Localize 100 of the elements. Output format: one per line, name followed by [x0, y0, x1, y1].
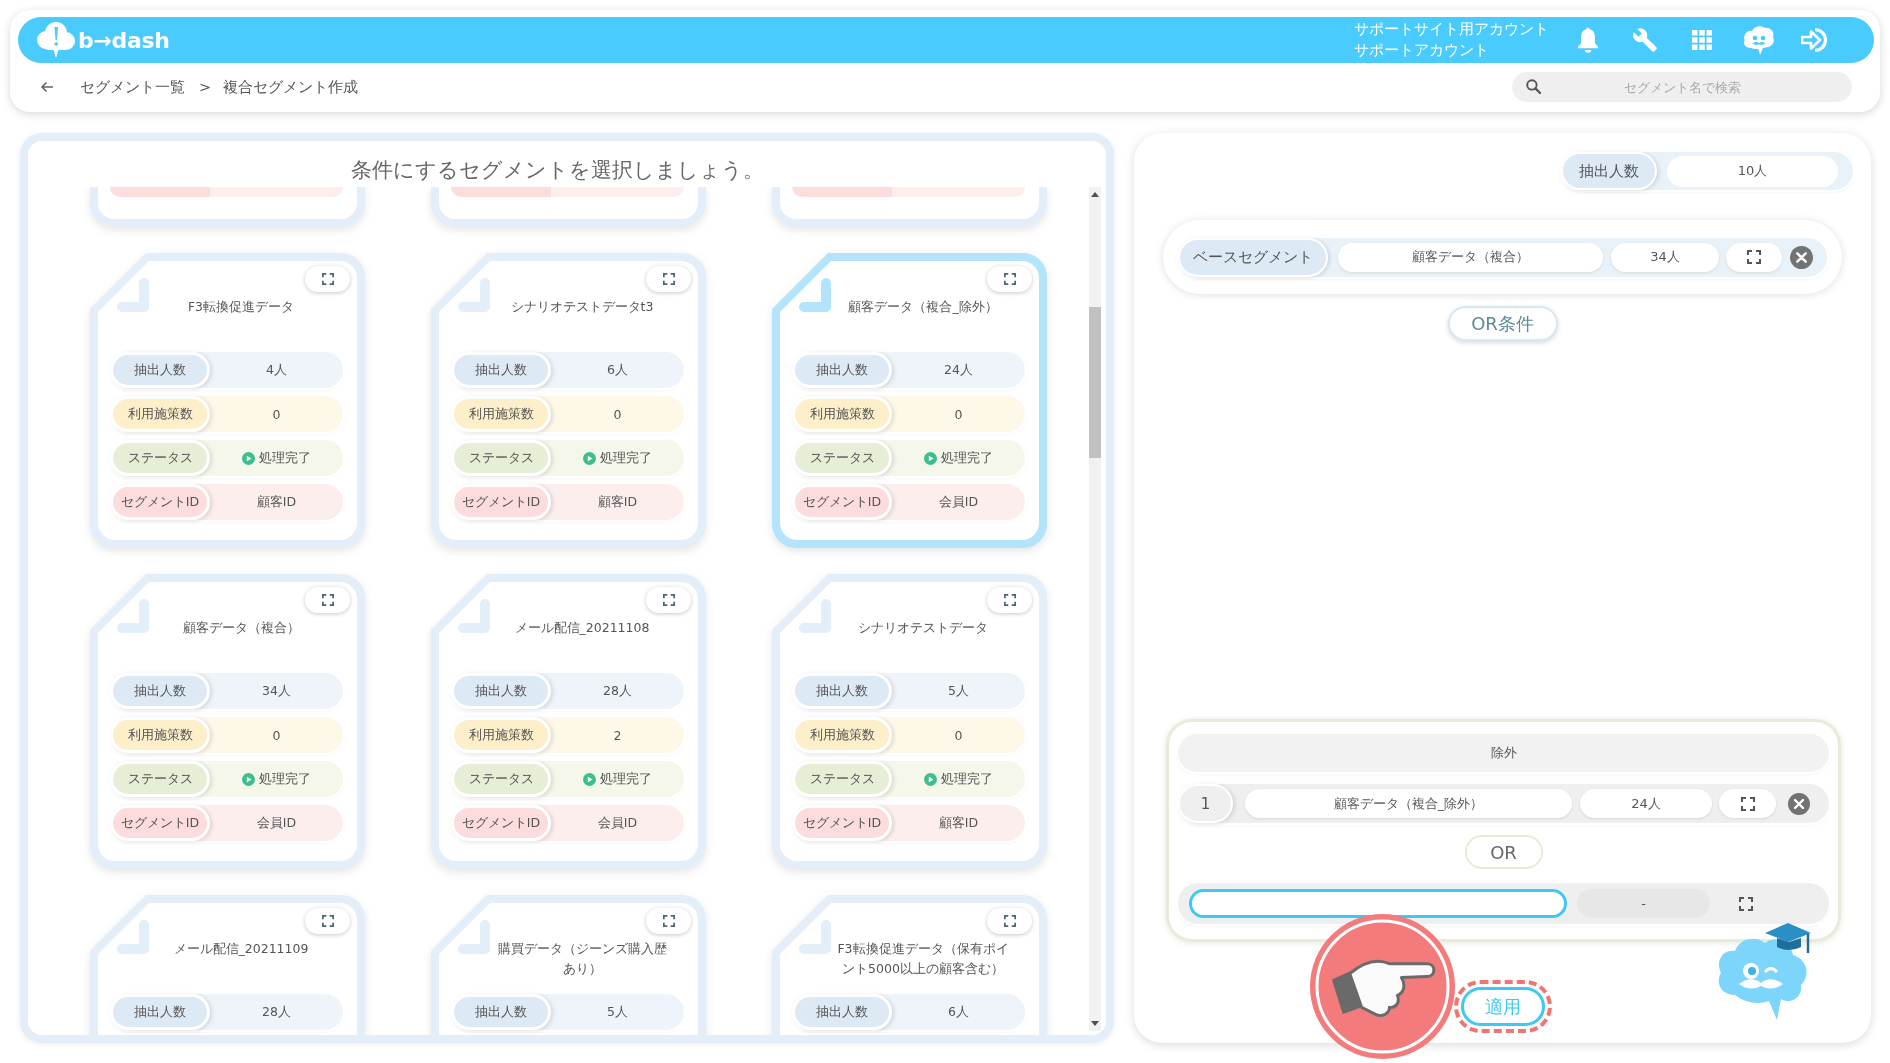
- expand-button[interactable]: [305, 266, 350, 292]
- expand-button[interactable]: [987, 587, 1032, 613]
- segment-index: 1: [1178, 784, 1233, 823]
- expand-button[interactable]: [305, 587, 350, 613]
- scroll-up-icon[interactable]: [1091, 192, 1099, 197]
- scrollbar[interactable]: [1089, 187, 1101, 1031]
- stat-value: 会員ID: [938, 493, 979, 511]
- expand-button[interactable]: [987, 908, 1032, 934]
- expand-icon: [1747, 250, 1761, 264]
- stat-label: セグメントID: [110, 484, 210, 520]
- stat-label: 抽出人数: [451, 994, 551, 1030]
- stat-value: 34人: [262, 682, 291, 700]
- expand-button[interactable]: [646, 266, 691, 292]
- close-icon[interactable]: [1788, 792, 1810, 815]
- card-title: F3転換促進データ（保有ポイント5000以上の顧客含む）: [836, 940, 1010, 978]
- expand-button[interactable]: [305, 908, 350, 934]
- play-circle-icon: [924, 772, 937, 786]
- stat-label: セグメントID: [451, 805, 551, 841]
- expand-icon: [1003, 273, 1016, 285]
- stat-value: 5人: [607, 1003, 628, 1021]
- stat-value: 28人: [262, 1003, 291, 1021]
- scroll-down-icon[interactable]: [1091, 1021, 1099, 1026]
- stat-label: 抽出人数: [110, 673, 210, 709]
- or-condition-button[interactable]: OR条件: [1447, 306, 1558, 341]
- expand-button[interactable]: [646, 587, 691, 613]
- stat-label: ステータス: [792, 440, 892, 476]
- card-title: シナリオテストデータt3: [509, 298, 655, 316]
- stat-value: 顧客ID: [597, 493, 638, 511]
- stat-label: 抽出人数: [451, 352, 551, 388]
- search-field[interactable]: セグメント名で検索: [1512, 72, 1852, 102]
- panel-title: 条件にするセグメントを選択しましょう。: [349, 157, 765, 184]
- account-name: サポートサイト用アカウント: [1354, 20, 1549, 39]
- play-circle-icon: [583, 772, 596, 786]
- back-arrow-icon[interactable]: [40, 81, 54, 93]
- segment-card[interactable]: 顧客データ（複合） 抽出人数 34人 利用施策数 0 ステータス 処理完了 セグメントID 会員ID: [90, 574, 365, 869]
- stat-value: 24人: [944, 361, 973, 379]
- segment-card[interactable]: F3転換促進データ 抽出人数 4人 利用施策数 0 ステータス 処理完了 セグメントID 顧客ID: [90, 253, 365, 548]
- card-title: 顧客データ（複合_除外）: [847, 298, 999, 316]
- stat-label: ステータス: [451, 440, 551, 476]
- stat-value: 顧客ID: [938, 814, 979, 832]
- segment-input[interactable]: [1189, 889, 1567, 918]
- stat-label: 利用施策数: [451, 717, 551, 753]
- stat-value: 5人: [948, 682, 969, 700]
- segment-card[interactable]: F3転換促進データ（保有ポイント5000以上の顧客含む） 抽出人数 6人: [772, 895, 1047, 1035]
- expand-button[interactable]: [646, 908, 691, 934]
- account-name: サポートアカウント: [1354, 41, 1490, 60]
- expand-button[interactable]: [1719, 789, 1776, 818]
- stat-label: ステータス: [110, 440, 210, 476]
- expand-icon: [1003, 594, 1016, 606]
- stat-label: 利用施策数: [451, 396, 551, 432]
- folded-corner-icon: [458, 920, 490, 954]
- expand-button[interactable]: [987, 266, 1032, 292]
- segment-card[interactable]: 購買データ（ジーンズ購入歴あり） 抽出人数 5人: [431, 895, 706, 1035]
- stat-value: 28人: [603, 682, 632, 700]
- stat-label: 利用施策数: [792, 396, 892, 432]
- stat-value: 0: [613, 406, 622, 422]
- exclusion-header: 除外: [1178, 734, 1829, 772]
- stat-label: 抽出人数: [792, 994, 892, 1030]
- segment-card[interactable]: メール配信_20211108 抽出人数 28人 利用施策数 2 ステータス 処理完了 セグメントID 会員ID: [431, 574, 706, 869]
- expand-icon: [662, 915, 675, 927]
- stat-value: 0: [954, 406, 963, 422]
- folded-corner-icon: [117, 920, 149, 954]
- segment-name: 顧客データ（複合_除外）: [1245, 789, 1572, 818]
- expand-icon[interactable]: [1739, 896, 1753, 911]
- expand-icon: [662, 594, 675, 606]
- segment-count: 24人: [1580, 789, 1712, 818]
- stat-value: 2: [613, 727, 622, 743]
- stat-label: 抽出人数: [110, 352, 210, 388]
- close-icon[interactable]: [1790, 245, 1813, 269]
- folded-corner-icon: [799, 278, 831, 312]
- expand-button[interactable]: [1726, 242, 1782, 272]
- segment-card[interactable]: メール配信_20211109 抽出人数 28人: [90, 895, 365, 1035]
- stat-value: 6人: [948, 1003, 969, 1021]
- breadcrumb-link[interactable]: セグメント一覧: [80, 77, 185, 97]
- segment-card[interactable]: シナリオテストデータt3 抽出人数 6人 利用施策数 0 ステータス 処理完了 セグメントID 顧客ID: [431, 253, 706, 548]
- segment-name: 顧客データ（複合）: [1338, 242, 1603, 272]
- stat-label: 利用施策数: [110, 396, 210, 432]
- stat-value: 0: [272, 727, 281, 743]
- play-circle-icon: [242, 772, 255, 786]
- stat-label: セグメントID: [792, 484, 892, 520]
- stat-label: 抽出人数: [451, 673, 551, 709]
- base-segment-label: ベースセグメント: [1178, 237, 1328, 277]
- folded-corner-icon: [117, 278, 149, 312]
- card-title: メール配信_20211109: [172, 940, 310, 958]
- breadcrumb-separator: >: [199, 79, 212, 95]
- stat-value: 0: [272, 406, 281, 422]
- expand-icon: [321, 273, 334, 285]
- segment-card[interactable]: 顧客データ（複合_除外） 抽出人数 24人 利用施策数 0 ステータス 処理完了 セグメントID 会員ID: [772, 253, 1047, 548]
- stat-label: 利用施策数: [110, 717, 210, 753]
- stat-label: 抽出人数: [792, 352, 892, 388]
- segment-count: -: [1577, 889, 1710, 918]
- stat-value: 処理完了: [259, 770, 311, 788]
- count-value: 10人: [1667, 155, 1838, 187]
- stat-value: 4人: [266, 361, 287, 379]
- stat-label: セグメントID: [110, 805, 210, 841]
- card-title: 購買データ（ジーンズ購入歴あり）: [496, 940, 668, 978]
- or-label: OR: [1464, 835, 1543, 869]
- card-title: シナリオテストデータ: [857, 619, 989, 637]
- segment-card[interactable]: シナリオテストデータ 抽出人数 5人 利用施策数 0 ステータス 処理完了 セグメントID 顧客ID: [772, 574, 1047, 869]
- scrollbar-thumb[interactable]: [1089, 307, 1101, 458]
